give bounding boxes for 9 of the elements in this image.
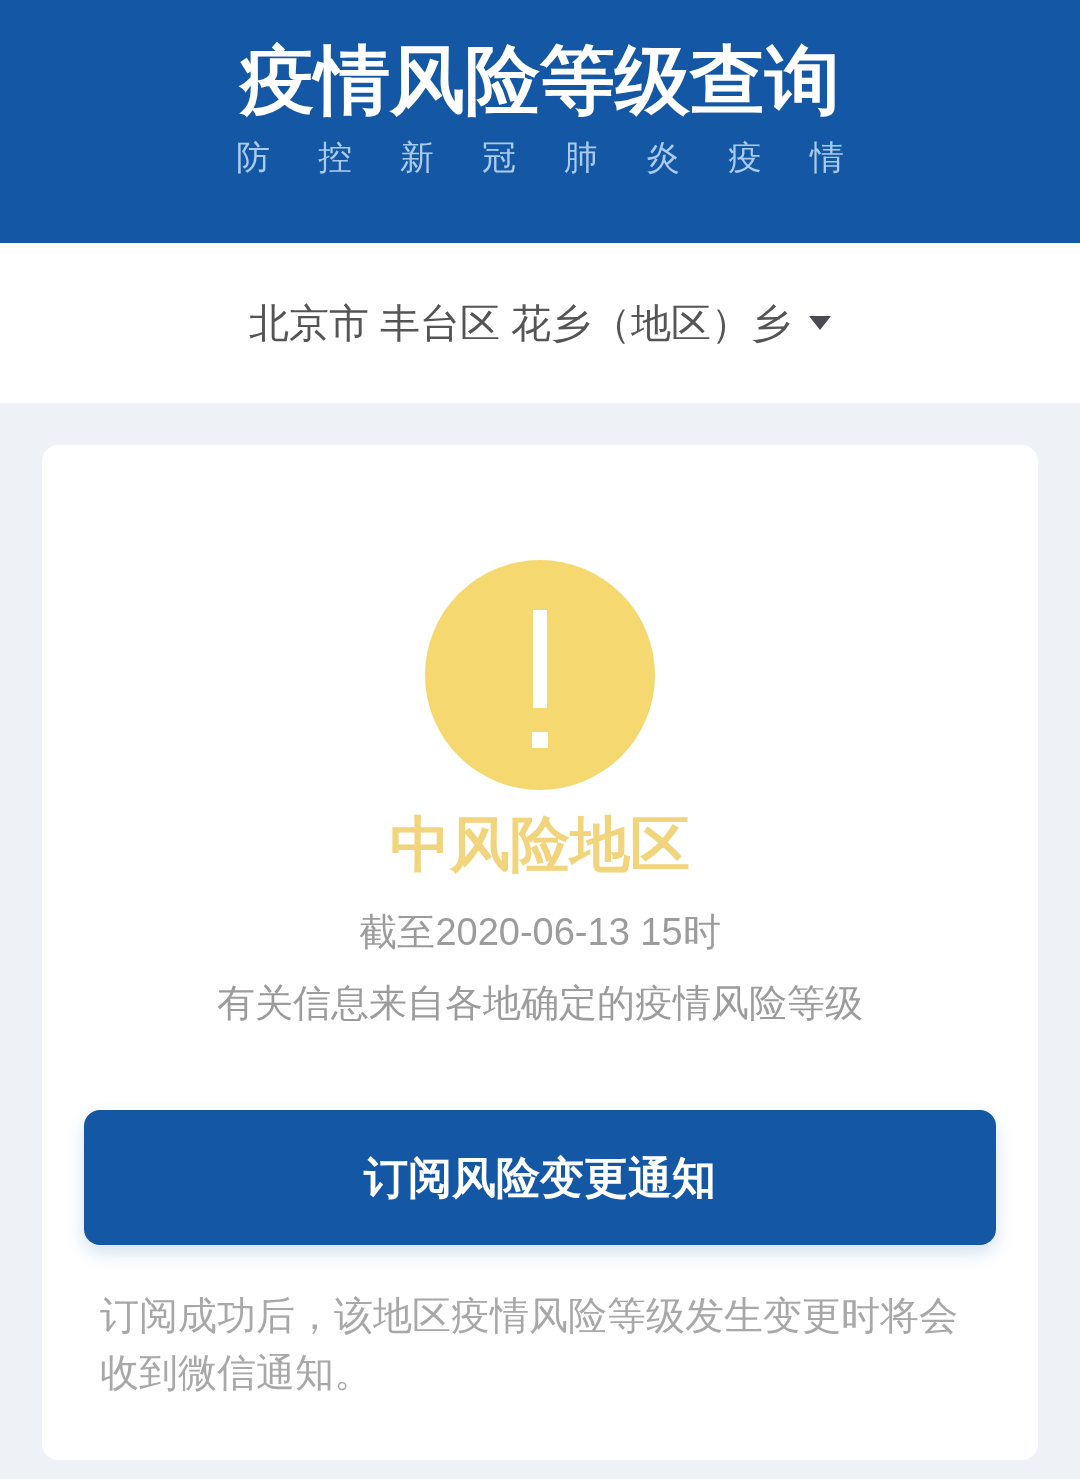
risk-level-label: 中风险地区 [390,810,690,880]
subscribe-button[interactable]: 订阅风险变更通知 [84,1110,996,1245]
location-selector[interactable]: 北京市 丰台区 花乡（地区）乡 [248,299,832,347]
caret-icon [809,316,832,330]
source-note-text: 有关信息来自各地确定的疫情风险等级 [217,981,863,1026]
page-subtitle: 防控新冠肺炎疫情 [236,137,892,178]
update-time-text: 截至2020-06-13 15时 [359,910,721,955]
subscription-note: 订阅成功后，该地区疫情风险等级发生变更时将会收到微信通知。 [100,1293,959,1396]
page-title: 疫情风险等级查询 [240,37,840,124]
